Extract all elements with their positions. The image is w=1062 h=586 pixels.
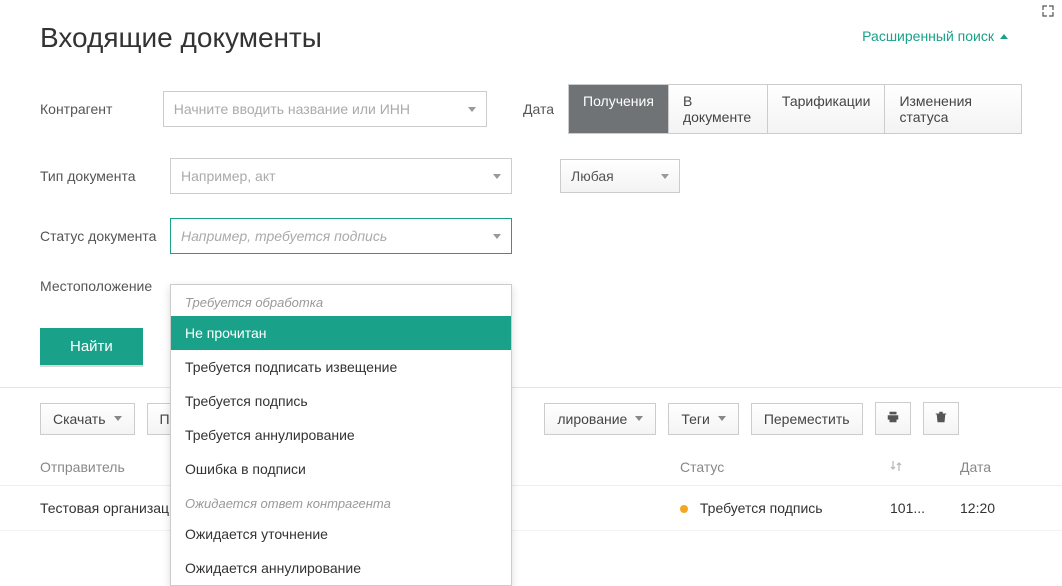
row-num: 101... [890, 500, 960, 516]
dropdown-group-header: Ожидается ответ контрагента [171, 486, 511, 517]
advanced-search-toggle[interactable]: Расширенный поиск [848, 18, 1022, 54]
chevron-down-icon [468, 107, 476, 112]
date-seg-status[interactable]: Изменения статуса [885, 85, 1021, 133]
dropdown-item[interactable]: Ошибка в подписи [171, 452, 511, 486]
chevron-down-icon [661, 174, 669, 179]
date-label: Дата [523, 101, 554, 117]
status-dot-icon [680, 505, 688, 513]
delete-button[interactable] [923, 402, 959, 435]
download-button[interactable]: Скачать [40, 403, 135, 435]
chevron-down-icon [493, 174, 501, 179]
tags-label: Теги [681, 411, 709, 427]
col-date-header[interactable]: Дата [960, 459, 1022, 475]
trash-icon [934, 410, 948, 427]
chevron-up-icon [1000, 34, 1008, 39]
status-combo[interactable] [170, 218, 512, 254]
advanced-search-label: Расширенный поиск [862, 28, 994, 44]
period-select[interactable]: Любая [560, 159, 680, 193]
counterparty-label: Контрагент [40, 101, 163, 117]
table-row[interactable]: Тестовая организаци Требуется подпись 10… [0, 486, 1062, 531]
print-icon [886, 410, 900, 427]
counterparty-combo[interactable]: Начните вводить название или ИНН [163, 91, 487, 127]
row-status-text: Требуется подпись [700, 500, 823, 516]
date-seg-indoc[interactable]: В документе [669, 85, 768, 133]
dropdown-group-header: Требуется обработка [171, 285, 511, 316]
chevron-down-icon [718, 416, 726, 421]
status-dropdown[interactable]: Требуется обработкаНе прочитанТребуется … [170, 284, 512, 586]
date-type-segmented: Получения В документе Тарификации Измене… [568, 84, 1022, 134]
doctype-label: Тип документа [40, 168, 170, 184]
period-value: Любая [571, 168, 614, 184]
status-label: Статус документа [40, 228, 170, 244]
location-label: Местоположение [40, 278, 170, 294]
col-sort-icon[interactable] [890, 459, 960, 475]
tags-button[interactable]: Теги [668, 403, 738, 435]
annul-button-partial[interactable]: лирование [544, 403, 656, 435]
dropdown-item[interactable]: Ожидается аннулирование [171, 551, 511, 585]
annul-label-partial: лирование [557, 411, 627, 427]
print-button[interactable] [875, 402, 911, 435]
row-price: 834,00 ₽ НДС: 130,27 ₽ [0, 527, 1062, 544]
expand-icon[interactable] [1042, 4, 1054, 20]
dropdown-item[interactable]: Ожидается уточнение [171, 517, 511, 551]
date-seg-tariff[interactable]: Тарификации [768, 85, 886, 133]
counterparty-placeholder: Начните вводить название или ИНН [174, 101, 410, 117]
move-button[interactable]: Переместить [751, 403, 863, 435]
dropdown-item[interactable]: Не прочитан [171, 316, 511, 350]
chevron-down-icon [114, 416, 122, 421]
date-seg-received[interactable]: Получения [569, 85, 669, 133]
status-input[interactable] [181, 228, 493, 244]
row-status: Требуется подпись [680, 500, 890, 516]
page-title: Входящие документы [40, 22, 322, 54]
col-status-header[interactable]: Статус [680, 459, 890, 475]
download-label: Скачать [53, 411, 106, 427]
chevron-down-icon [493, 234, 501, 239]
chevron-down-icon [635, 416, 643, 421]
doctype-placeholder: Например, акт [181, 168, 276, 184]
doctype-combo[interactable]: Например, акт [170, 158, 512, 194]
search-button[interactable]: Найти [40, 328, 143, 365]
dropdown-item[interactable]: Требуется аннулирование [171, 418, 511, 452]
row-date: 12:20 [960, 500, 1022, 516]
dropdown-item[interactable]: Требуется подпись [171, 384, 511, 418]
dropdown-item[interactable]: Требуется подписать извещение [171, 350, 511, 384]
move-label: Переместить [764, 411, 850, 427]
